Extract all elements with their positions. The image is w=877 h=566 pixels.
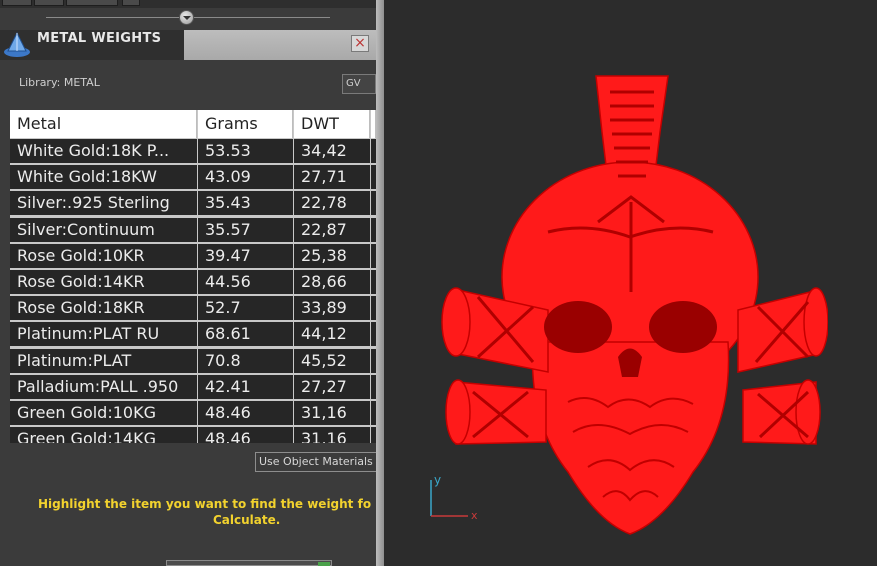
- dwt-cell: 45,52: [294, 348, 370, 373]
- table-row[interactable]: Rose Gold:10KR 39.47 25,38: [10, 243, 376, 268]
- axis-gizmo: y x: [430, 473, 478, 522]
- toolbar-button[interactable]: [34, 0, 64, 6]
- toolbar-button[interactable]: [66, 0, 118, 6]
- dwt-cell: 34,42: [294, 139, 370, 163]
- dwt-cell: 31,16: [294, 401, 370, 425]
- toolbar-button[interactable]: [2, 0, 32, 6]
- metal-weights-panel: METAL WEIGHTS × Library: METAL GV Metal …: [0, 0, 376, 566]
- metal-name-cell: Silver:.925 Sterling: [10, 191, 197, 216]
- dwt-cell: 27,71: [294, 165, 370, 190]
- metal-name-cell: Rose Gold:18KR: [10, 296, 197, 321]
- library-label: Library: METAL: [19, 76, 100, 89]
- grams-cell: 70.8: [198, 348, 293, 373]
- y-axis-label: y: [434, 473, 441, 487]
- grams-cell: 68.61: [198, 322, 293, 347]
- use-object-materials-button[interactable]: Use Object Materials: [255, 452, 376, 472]
- table-row[interactable]: White Gold:18KW 43.09 27,71: [10, 165, 376, 190]
- metal-name-cell: Platinum:PLAT RU: [10, 322, 197, 347]
- column-header-grams[interactable]: Grams: [198, 110, 293, 138]
- x-axis-label: x: [471, 509, 478, 522]
- metal-name-cell: Silver:Continuum: [10, 217, 197, 242]
- dwt-cell: 27,27: [294, 374, 370, 399]
- metal-name-cell: Rose Gold:14KR: [10, 270, 197, 294]
- table-row[interactable]: White Gold:18K P... 53.53 34,42: [10, 139, 376, 163]
- metal-name-cell: White Gold:18K P...: [10, 139, 197, 163]
- grams-cell: 52.7: [198, 296, 293, 321]
- grams-cell: 48.46: [198, 427, 293, 443]
- library-field[interactable]: GV: [342, 74, 376, 94]
- dwt-cell: 44,12: [294, 322, 370, 347]
- grams-cell: 53.53: [198, 139, 293, 163]
- table-row[interactable]: Rose Gold:18KR 52.7 33,89: [10, 296, 376, 321]
- grams-cell: 43.09: [198, 165, 293, 190]
- dwt-cell: 22,78: [294, 191, 370, 216]
- metal-name-cell: Rose Gold:10KR: [10, 243, 197, 268]
- table-row[interactable]: Green Gold:14KG 48.46 31,16: [10, 427, 376, 443]
- dwt-cell: 31,16: [294, 427, 370, 443]
- dwt-cell: 33,89: [294, 296, 370, 321]
- metal-weights-table: Metal Grams DWT White Gold:18K P... 53.53…: [10, 110, 376, 443]
- dwt-cell: 22,87: [294, 217, 370, 242]
- grams-cell: 44.56: [198, 270, 293, 294]
- dwt-cell: 28,66: [294, 270, 370, 294]
- metal-weights-icon: [4, 31, 30, 57]
- grams-cell: 39.47: [198, 243, 293, 268]
- table-row[interactable]: Silver:Continuum 35.57 22,87: [10, 217, 376, 242]
- table-row[interactable]: Rose Gold:14KR 44.56 28,66: [10, 270, 376, 294]
- panel-slider-knob[interactable]: [179, 10, 194, 25]
- toolbar-button[interactable]: [122, 0, 140, 6]
- bottom-control[interactable]: [166, 560, 332, 566]
- skull-pendant-model[interactable]: [438, 72, 828, 544]
- table-row[interactable]: Platinum:PLAT RU 68.61 44,12: [10, 322, 376, 347]
- grams-cell: 35.57: [198, 217, 293, 242]
- panel-title: METAL WEIGHTS: [37, 31, 162, 46]
- table-row[interactable]: Platinum:PLAT 70.8 45,52: [10, 348, 376, 373]
- top-toolbar-strip: [0, 0, 376, 8]
- metal-name-cell: Platinum:PLAT: [10, 348, 197, 373]
- column-header-metal[interactable]: Metal: [10, 110, 197, 138]
- panel-splitter[interactable]: [376, 0, 384, 566]
- table-row[interactable]: Palladium:PALL .950 42.41 27,27: [10, 374, 376, 399]
- dwt-cell: 25,38: [294, 243, 370, 268]
- grams-cell: 48.46: [198, 401, 293, 425]
- grams-cell: 35.43: [198, 191, 293, 216]
- table-row[interactable]: Silver:.925 Sterling 35.43 22,78: [10, 191, 376, 216]
- table-row[interactable]: Green Gold:10KG 48.46 31,16: [10, 401, 376, 425]
- metal-name-cell: White Gold:18KW: [10, 165, 197, 190]
- hint-text-line1: Highlight the item you want to find the …: [38, 497, 372, 511]
- metal-name-cell: Palladium:PALL .950: [10, 374, 197, 399]
- close-button[interactable]: ×: [351, 35, 369, 52]
- hint-text-line2: Calculate.: [213, 513, 281, 527]
- grams-cell: 42.41: [198, 374, 293, 399]
- column-header-dwt[interactable]: DWT: [294, 110, 370, 138]
- metal-name-cell: Green Gold:10KG: [10, 401, 197, 425]
- metal-name-cell: Green Gold:14KG: [10, 427, 197, 443]
